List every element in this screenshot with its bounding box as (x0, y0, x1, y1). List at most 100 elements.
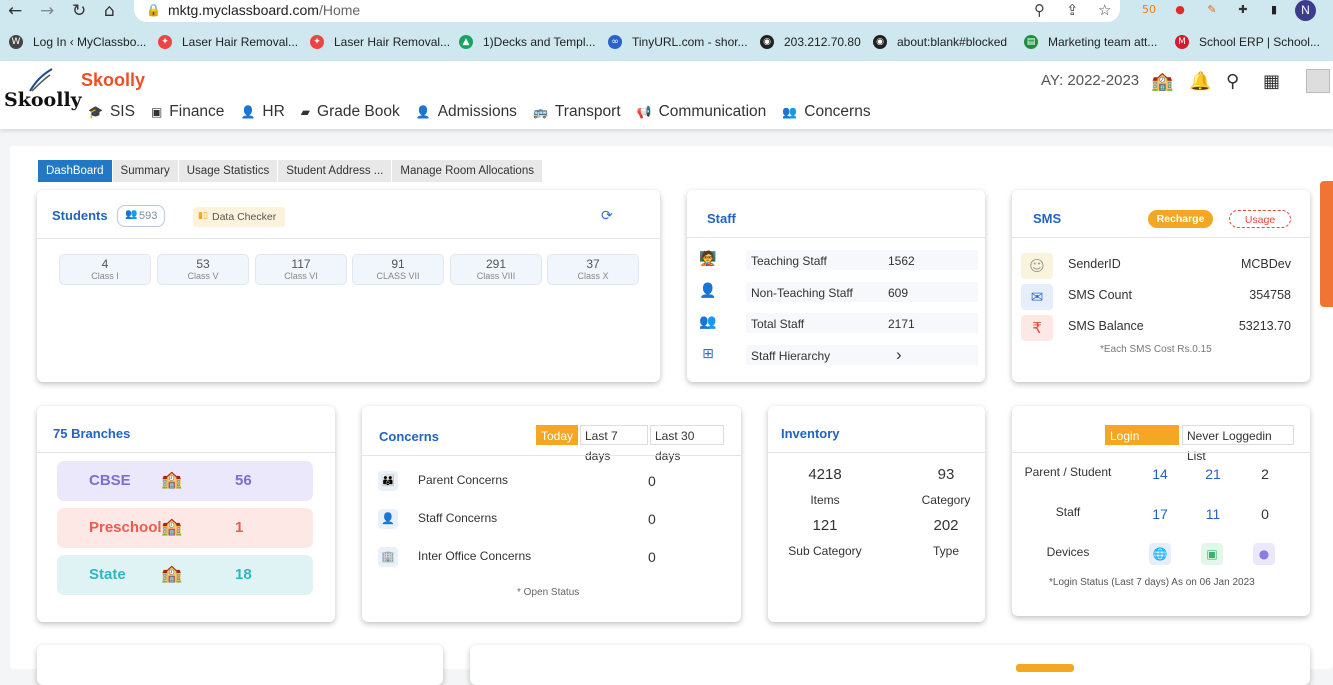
login-count[interactable]: 21 (1198, 466, 1228, 482)
usage-button[interactable]: Usage (1229, 210, 1291, 228)
lock-icon[interactable]: 🔒 (146, 3, 161, 17)
login-count[interactable]: 17 (1145, 506, 1175, 522)
login-count[interactable]: 2 (1250, 466, 1280, 482)
user-avatar[interactable] (1306, 69, 1330, 93)
concern-filter-last-7-days[interactable]: Last 7 days (580, 425, 648, 463)
sidebar-toggle-icon[interactable]: ▮ (1265, 1, 1283, 19)
class-box[interactable]: 4 Class I (59, 254, 151, 285)
menu-item-finance[interactable]: ▣ Finance (151, 103, 225, 121)
bookmark-item[interactable]: ▲ 1)Decks and Templ... (459, 31, 596, 53)
staff-row[interactable]: Non-Teaching Staff 609 (746, 282, 978, 302)
profile-avatar[interactable]: N (1295, 0, 1316, 21)
bookmark-item[interactable]: ◉ 203.212.70.80 (760, 31, 861, 53)
data-checker-label: Data Checker (212, 211, 277, 223)
staff-row[interactable]: Total Staff 2171 (746, 313, 978, 333)
menu-item-communication[interactable]: 📢 Communication (637, 103, 767, 121)
login-count[interactable]: 0 (1250, 506, 1280, 522)
academic-year[interactable]: AY: 2022-2023 (1041, 72, 1139, 89)
back-arrow-icon[interactable]: ← (8, 1, 22, 21)
feedback-side-tab[interactable] (1320, 181, 1333, 307)
class-label: Class V (187, 271, 219, 281)
staff-concerns-icon: 👤 (378, 509, 398, 529)
apple-icon[interactable]: ● (1253, 543, 1275, 565)
class-label: CLASS VII (376, 271, 420, 281)
search-icon[interactable]: ⚲ (1226, 71, 1239, 92)
home-icon[interactable]: ⌂ (104, 1, 115, 21)
concern-row[interactable]: 👪 Parent Concerns 0 (375, 469, 675, 493)
concern-row[interactable]: 👤 Staff Concerns 0 (375, 507, 675, 531)
concerns-title: Concerns (379, 429, 439, 444)
bell-icon[interactable]: 🔔 (1189, 71, 1211, 92)
sms-divider (1012, 237, 1310, 238)
staff-row[interactable]: Teaching Staff 1562 (746, 250, 978, 270)
class-box[interactable]: 91 CLASS VII (352, 254, 444, 285)
money-icon: ▣ (150, 105, 163, 119)
staff-row[interactable]: Staff Hierarchy › (746, 345, 978, 365)
school-building-icon[interactable]: 🏫 (1151, 71, 1173, 92)
puzzle-extensions-icon[interactable]: ✚ (1234, 1, 1252, 19)
menu-item-transport[interactable]: 🚌 Transport (533, 103, 621, 121)
login-tab-never-loggedin-list[interactable]: Never Loggedin List (1182, 425, 1294, 463)
pokeball-extension-icon[interactable]: ● (1171, 1, 1189, 19)
zoom-icon[interactable]: ⚲ (1034, 1, 1045, 19)
skoolly-logo[interactable]: Skoolly (4, 65, 82, 125)
data-checker-button[interactable]: ▮▯ Data Checker (193, 207, 285, 227)
staff-row-label: Teaching Staff (751, 254, 827, 268)
branch-cbse[interactable]: CBSE 🏫 56 (57, 461, 313, 501)
staff-divider (687, 237, 985, 238)
android-icon[interactable]: ▣ (1201, 543, 1223, 565)
editor-extension-icon[interactable]: ✎ (1203, 1, 1221, 19)
forward-arrow-icon[interactable]: → (40, 1, 54, 21)
login-tab-login-status[interactable]: Login Status (1105, 425, 1179, 463)
branch-preschool[interactable]: Preschool 🏫 1 (57, 508, 313, 548)
tab-summary[interactable]: Summary (112, 160, 179, 182)
menu-item-hr[interactable]: 👤 HR (240, 103, 284, 121)
class-count: 53 (196, 257, 210, 271)
url-text[interactable]: mktg.myclassboard.com/Home (168, 2, 360, 18)
sms-cost-note: *Each SMS Cost Rs.0.15 (1100, 344, 1212, 355)
tab-dashboard[interactable]: DashBoard (38, 160, 113, 182)
login-count[interactable]: 14 (1145, 466, 1175, 482)
class-box[interactable]: 37 Class X (547, 254, 639, 285)
tab-usage-statistics[interactable]: Usage Statistics (178, 160, 279, 182)
bookmark-item[interactable]: ✦ Laser Hair Removal... (158, 31, 298, 53)
class-count: 291 (485, 257, 507, 271)
share-icon[interactable]: ⇪ (1066, 1, 1079, 19)
extension-50-icon[interactable]: 50 (1140, 1, 1158, 19)
students-divider (37, 238, 660, 239)
bookmark-item[interactable]: W Log In ‹ MyClassbo... (9, 31, 146, 53)
bookmark-item[interactable]: M School ERP | School... (1175, 31, 1320, 53)
bookmark-item[interactable]: ◉ about:blank#blocked (873, 31, 1007, 53)
bookmark-item[interactable]: ✦ Laser Hair Removal... (310, 31, 450, 53)
sms-title: SMS (1033, 211, 1062, 226)
star-icon[interactable]: ☆ (1098, 1, 1111, 19)
login-count[interactable]: 11 (1198, 506, 1228, 522)
class-box[interactable]: 53 Class V (157, 254, 249, 285)
class-label: Class VI (284, 271, 318, 281)
concern-filter-last-30-days[interactable]: Last 30 days (650, 425, 724, 463)
dashboard-tabs: DashBoard Summary Usage Statistics Student … (38, 160, 543, 182)
branch-state[interactable]: State 🏫 18 (57, 555, 313, 595)
bottom-card-active-tab[interactable] (1016, 664, 1074, 672)
globe-icon[interactable]: 🌐 (1149, 543, 1171, 565)
sheets-icon: ▤ (1024, 35, 1038, 49)
menu-item-admissions[interactable]: 👤 Admissions (416, 103, 517, 121)
bookmark-label: Log In ‹ MyClassbo... (33, 35, 147, 49)
concern-row[interactable]: 🏢 Inter Office Concerns 0 (375, 545, 675, 569)
menu-item-sis[interactable]: 🎓 SIS (88, 103, 135, 121)
class-box[interactable]: 291 Class VIII (450, 254, 542, 285)
apps-grid-icon[interactable]: ▦ (1263, 71, 1280, 92)
menu-item-concerns[interactable]: 👥 Concerns (782, 103, 870, 121)
recharge-button[interactable]: Recharge (1148, 210, 1213, 228)
tab-student-address-[interactable]: Student Address ... (278, 160, 393, 182)
bookmark-item[interactable]: ▤ Marketing team att... (1024, 31, 1157, 53)
menu-item-grade-book[interactable]: ▰ Grade Book (301, 103, 400, 121)
globe-icon: ◉ (760, 35, 774, 49)
reload-icon[interactable]: ↻ (72, 1, 86, 21)
class-box[interactable]: 117 Class VI (255, 254, 347, 285)
concern-filter-today[interactable]: Today (536, 425, 578, 445)
refresh-icon[interactable]: ⟳ (601, 208, 613, 224)
tab-manage-room-allocations[interactable]: Manage Room Allocations (392, 160, 543, 182)
bookmark-item[interactable]: ∞ TinyURL.com - shor... (608, 31, 748, 53)
bookmark-label: 203.212.70.80 (784, 35, 861, 49)
